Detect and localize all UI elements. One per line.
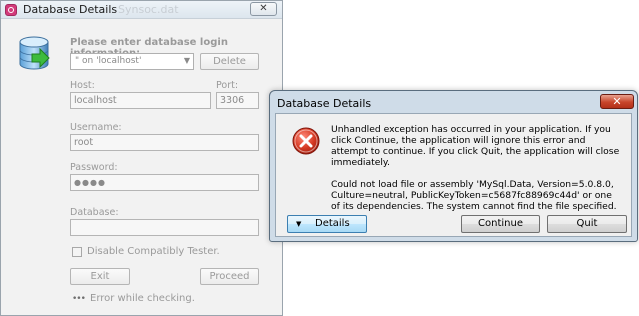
details-button[interactable]: ▼ Details: [287, 215, 367, 233]
login-window: Database Details Synsoc.dat ✕ Please ent…: [0, 0, 283, 316]
app-icon: [5, 4, 17, 16]
error-dialog-title: Database Details: [277, 97, 372, 110]
error-message-summary: Unhandled exception has occurred in your…: [331, 124, 620, 168]
port-field[interactable]: 3306: [216, 92, 259, 109]
error-close-button[interactable]: ✕: [600, 94, 634, 109]
error-icon: [292, 127, 320, 155]
login-close-button[interactable]: ✕: [250, 2, 277, 16]
expand-triangle-icon: ▼: [296, 220, 302, 228]
compat-tester-label: Disable Compatibly Tester.: [87, 246, 220, 257]
error-message: Unhandled exception has occurred in your…: [331, 124, 621, 223]
chevron-down-icon: ▼: [183, 56, 190, 65]
error-dialog: Database Details ✕ Unhandled exception h…: [269, 90, 638, 242]
error-dialog-body: Unhandled exception has occurred in your…: [275, 113, 632, 237]
login-window-titlebar[interactable]: Database Details Synsoc.dat ✕: [1, 1, 282, 19]
login-window-title: Database Details: [23, 3, 118, 16]
port-label: Port:: [216, 80, 239, 91]
connection-select[interactable]: " on 'localhost' ▼: [70, 53, 194, 70]
exit-button[interactable]: Exit: [70, 268, 130, 285]
continue-button[interactable]: Continue: [461, 215, 540, 233]
password-field[interactable]: ●●●●: [70, 174, 259, 191]
host-field[interactable]: localhost: [70, 92, 211, 109]
details-button-label: Details: [315, 218, 350, 229]
quit-button[interactable]: Quit: [547, 215, 627, 233]
error-message-detail: Could not load file or assembly 'MySql.D…: [331, 179, 617, 212]
database-label: Database:: [70, 207, 119, 218]
compat-tester-checkbox[interactable]: [72, 247, 82, 257]
connection-select-value: " on 'localhost': [75, 56, 142, 66]
database-icon: [19, 36, 50, 70]
username-field[interactable]: root: [70, 134, 259, 151]
busy-spinner-icon: •••: [72, 294, 86, 304]
database-field[interactable]: [70, 219, 259, 236]
delete-button[interactable]: Delete: [200, 53, 259, 70]
host-label: Host:: [70, 80, 95, 91]
password-label: Password:: [70, 162, 118, 173]
username-label: Username:: [70, 122, 122, 133]
proceed-button[interactable]: Proceed: [200, 268, 259, 285]
ghost-title-text: Synsoc.dat: [118, 3, 179, 16]
status-text: Error while checking.: [90, 293, 195, 304]
